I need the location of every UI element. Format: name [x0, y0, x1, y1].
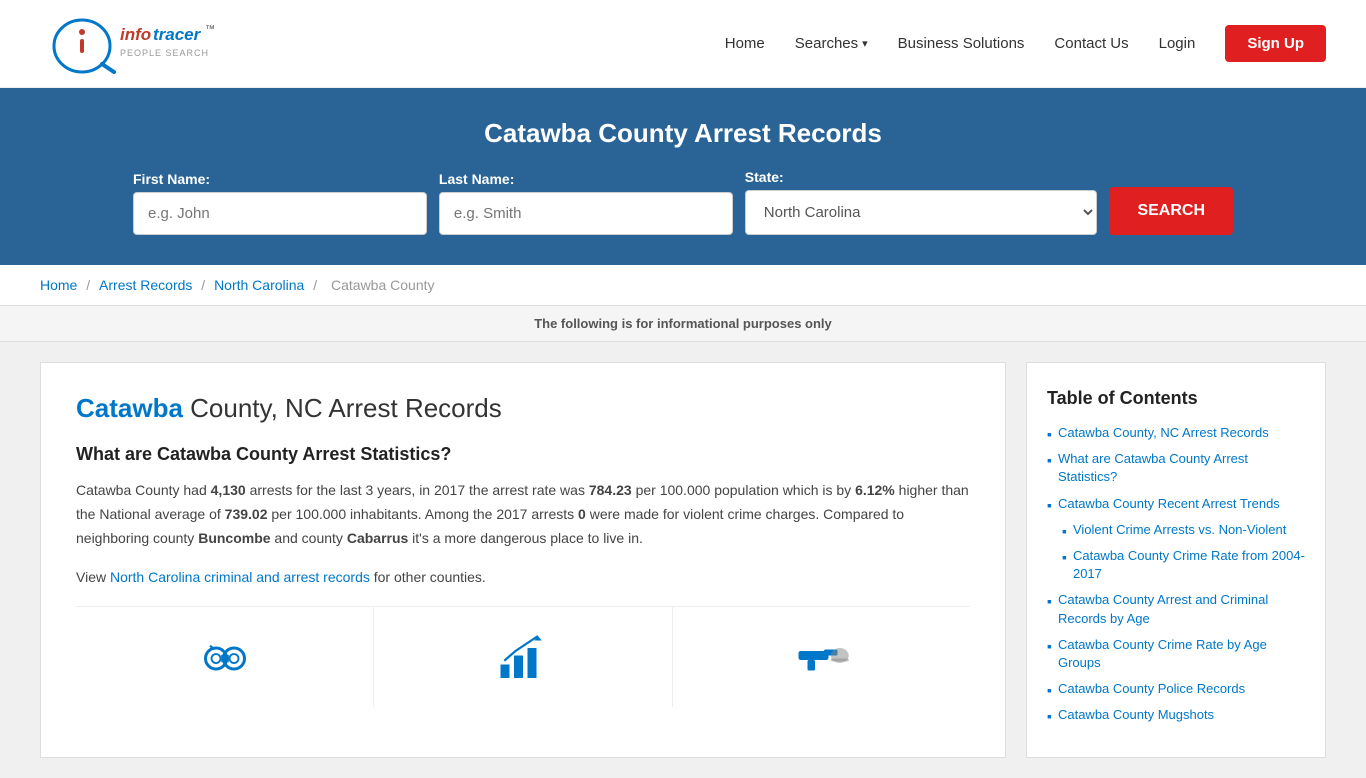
icon-cell-police	[673, 607, 970, 707]
nav-business[interactable]: Business Solutions	[898, 35, 1025, 52]
toc-link-8[interactable]: Catawba County Police Records	[1058, 680, 1245, 698]
article-title: Catawba County, NC Arrest Records	[76, 393, 970, 424]
sidebar: Table of Contents Catawba County, NC Arr…	[1026, 362, 1326, 758]
violent-count: 0	[578, 506, 586, 522]
toc-item-3: Catawba County Recent Arrest Trends	[1047, 495, 1305, 513]
toc-item-2: What are Catawba County Arrest Statistic…	[1047, 450, 1305, 486]
hero-banner: Catawba County Arrest Records First Name…	[0, 88, 1366, 265]
breadcrumb: Home / Arrest Records / North Carolina /…	[0, 265, 1366, 306]
article-content: Catawba County, NC Arrest Records What a…	[40, 362, 1006, 758]
arrest-pct: 6.12%	[855, 482, 895, 498]
svg-text:info: info	[120, 25, 151, 44]
toc-item-1: Catawba County, NC Arrest Records	[1047, 424, 1305, 442]
toc-link-7[interactable]: Catawba County Crime Rate by Age Groups	[1058, 636, 1305, 672]
last-name-label: Last Name:	[439, 171, 733, 187]
nav-home[interactable]: Home	[725, 35, 765, 52]
nc-records-link[interactable]: North Carolina criminal and arrest recor…	[110, 569, 370, 585]
toc-item-7: Catawba County Crime Rate by Age Groups	[1047, 636, 1305, 672]
last-name-input[interactable]	[439, 192, 733, 235]
breadcrumb-sep-1: /	[86, 277, 94, 293]
toc-item-4: Violent Crime Arrests vs. Non-Violent	[1062, 521, 1305, 539]
navbar: info tracer ™ PEOPLE SEARCH Home Searche…	[0, 0, 1366, 88]
breadcrumb-north-carolina[interactable]: North Carolina	[214, 277, 304, 293]
handcuffs-icon	[195, 627, 255, 687]
breadcrumb-catawba: Catawba County	[331, 277, 435, 293]
last-name-group: Last Name:	[439, 171, 733, 235]
toc-link-4[interactable]: Violent Crime Arrests vs. Non-Violent	[1073, 521, 1286, 539]
arrests-count: 4,130	[211, 482, 246, 498]
toc-item-9: Catawba County Mugshots	[1047, 706, 1305, 724]
login-button[interactable]: Login	[1159, 35, 1196, 52]
svg-text:tracer: tracer	[153, 25, 202, 44]
svg-text:™: ™	[205, 24, 215, 35]
first-name-label: First Name:	[133, 171, 427, 187]
info-banner: The following is for informational purpo…	[0, 306, 1366, 342]
nav-contact[interactable]: Contact Us	[1054, 35, 1128, 52]
nav-links: Home Searches ▾ Business Solutions Conta…	[725, 25, 1326, 62]
hero-title: Catawba County Arrest Records	[40, 118, 1326, 149]
first-name-input[interactable]	[133, 192, 427, 235]
searches-chevron-icon: ▾	[862, 37, 868, 50]
article-link-paragraph: View North Carolina criminal and arrest …	[76, 566, 970, 590]
toc-title: Table of Contents	[1047, 388, 1305, 409]
breadcrumb-sep-3: /	[313, 277, 321, 293]
logo-svg: info tracer ™ PEOPLE SEARCH	[40, 14, 220, 74]
icon-cell-chart	[374, 607, 672, 707]
breadcrumb-sep-2: /	[201, 277, 209, 293]
article-paragraph: Catawba County had 4,130 arrests for the…	[76, 479, 970, 550]
toc-item-8: Catawba County Police Records	[1047, 680, 1305, 698]
state-label: State:	[745, 169, 1098, 185]
article-subtitle: What are Catawba County Arrest Statistic…	[76, 444, 970, 465]
breadcrumb-home[interactable]: Home	[40, 277, 77, 293]
search-button[interactable]: SEARCH	[1109, 187, 1233, 235]
gun-icon	[791, 627, 851, 687]
breadcrumb-arrest-records[interactable]: Arrest Records	[99, 277, 192, 293]
toc-list: Catawba County, NC Arrest Records What a…	[1047, 424, 1305, 724]
arrest-rate: 784.23	[589, 482, 632, 498]
national-rate: 739.02	[225, 506, 268, 522]
toc-link-3[interactable]: Catawba County Recent Arrest Trends	[1058, 495, 1280, 513]
search-form: First Name: Last Name: State: North Caro…	[133, 169, 1233, 235]
main-content: Catawba County, NC Arrest Records What a…	[0, 342, 1366, 778]
logo[interactable]: info tracer ™ PEOPLE SEARCH	[40, 14, 220, 74]
toc-link-1[interactable]: Catawba County, NC Arrest Records	[1058, 424, 1269, 442]
toc-item-5: Catawba County Crime Rate from 2004-2017	[1062, 547, 1305, 583]
toc-link-5[interactable]: Catawba County Crime Rate from 2004-2017	[1073, 547, 1305, 583]
toc-item-6: Catawba County Arrest and Criminal Recor…	[1047, 591, 1305, 627]
first-name-group: First Name:	[133, 171, 427, 235]
toc-link-2[interactable]: What are Catawba County Arrest Statistic…	[1058, 450, 1305, 486]
state-group: State: North Carolina Alabama Alaska Ari…	[745, 169, 1098, 235]
county2: Cabarrus	[347, 530, 408, 546]
chart-icon	[493, 627, 553, 687]
icon-cell-arrest	[76, 607, 374, 707]
county1: Buncombe	[198, 530, 270, 546]
state-select[interactable]: North Carolina Alabama Alaska Arizona Ca…	[745, 190, 1098, 235]
signup-button[interactable]: Sign Up	[1225, 25, 1326, 62]
nav-searches[interactable]: Searches ▾	[795, 35, 868, 52]
toc-link-6[interactable]: Catawba County Arrest and Criminal Recor…	[1058, 591, 1305, 627]
icon-row	[76, 606, 970, 707]
svg-text:PEOPLE SEARCH: PEOPLE SEARCH	[120, 48, 209, 58]
toc-link-9[interactable]: Catawba County Mugshots	[1058, 706, 1214, 724]
